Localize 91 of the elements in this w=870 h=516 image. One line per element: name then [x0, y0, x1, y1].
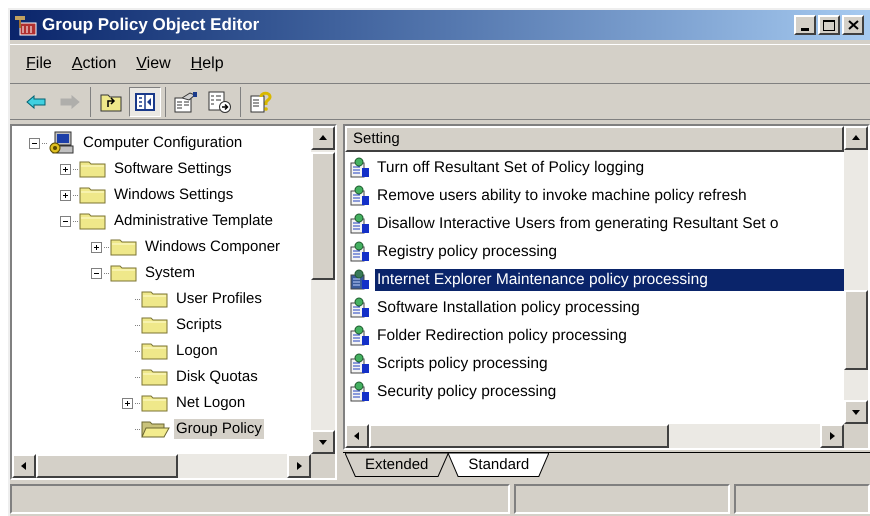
setting-row[interactable]: Disallow Interactive Users from generating Resultant Set o — [375, 213, 780, 235]
close-button[interactable] — [842, 15, 864, 35]
expand-icon[interactable] — [60, 164, 70, 174]
folder-icon — [78, 211, 108, 231]
menu-item[interactable]: Help — [182, 52, 232, 76]
expand-icon[interactable] — [90, 242, 102, 252]
tree-item[interactable]: Net Logon — [174, 393, 248, 413]
scrollbar-thumb[interactable] — [844, 290, 868, 370]
column-header[interactable]: Setting — [345, 126, 844, 152]
folder-icon — [140, 393, 170, 413]
toolbar-button[interactable] — [129, 86, 161, 116]
policy-icon — [349, 213, 371, 235]
tab[interactable]: Standard — [448, 453, 550, 477]
tree-item[interactable]: Disk Quotas — [174, 367, 260, 387]
collapse-icon[interactable] — [28, 138, 40, 148]
policy-icon — [349, 325, 371, 347]
tree-item[interactable]: Software Settings — [112, 159, 234, 179]
maximize-icon — [823, 20, 835, 30]
scrollbar-thumb[interactable] — [36, 454, 178, 478]
open-folder-icon — [140, 419, 170, 439]
scrollbar-thumb[interactable] — [311, 152, 335, 280]
tree-item[interactable]: Scripts — [174, 315, 224, 335]
scroll-up-button[interactable] — [844, 126, 868, 150]
setting-row[interactable]: Software Installation policy processing — [375, 297, 642, 319]
setting-row[interactable]: Remove users ability to invoke machine policy refresh — [375, 185, 749, 207]
folder-icon — [140, 367, 170, 387]
scroll-down-button[interactable] — [311, 430, 335, 454]
policy-icon — [349, 185, 371, 207]
scroll-down-button[interactable] — [844, 400, 868, 424]
folder-icon — [109, 263, 139, 283]
scroll-up-button[interactable] — [311, 126, 335, 150]
collapse-icon[interactable] — [90, 268, 102, 278]
policy-icon — [349, 269, 371, 291]
setting-row[interactable]: Turn off Resultant Set of Policy logging — [375, 157, 646, 179]
folder-icon — [78, 159, 108, 179]
collapse-icon[interactable] — [60, 216, 70, 226]
tree-item[interactable]: System — [143, 263, 198, 283]
window-title: Group Policy Object Editor — [42, 14, 260, 36]
policy-icon — [349, 241, 371, 263]
policy-icon — [349, 157, 371, 179]
setting-row[interactable]: Security policy processing — [375, 381, 558, 403]
right-arrow-icon — [827, 431, 837, 441]
tree-item[interactable]: Logon — [174, 341, 220, 361]
properties-icon — [174, 90, 198, 112]
tree-item[interactable]: Administrative Template — [112, 211, 275, 231]
setting-row[interactable]: Registry policy processing — [375, 241, 560, 263]
menu-item[interactable]: File — [18, 52, 60, 76]
scroll-right-button[interactable] — [287, 454, 311, 478]
tree-item[interactable]: Windows Settings — [112, 185, 236, 205]
export-list-icon — [208, 90, 232, 112]
left-arrow-icon — [19, 461, 29, 471]
scroll-left-button[interactable] — [345, 424, 369, 448]
up-arrow-icon — [318, 133, 328, 143]
folder-icon — [109, 237, 139, 257]
policy-icon — [349, 381, 371, 403]
right-arrow-icon — [294, 461, 304, 471]
help-icon — [250, 90, 272, 112]
policy-icon — [349, 297, 371, 319]
down-arrow-icon — [318, 437, 328, 447]
folder-icon — [78, 185, 108, 205]
maximize-button[interactable] — [818, 15, 840, 35]
setting-row[interactable]: Scripts policy processing — [375, 353, 550, 375]
folder-icon — [140, 341, 170, 361]
close-icon — [848, 20, 858, 30]
menu-item[interactable]: View — [128, 52, 179, 76]
tab[interactable]: Extended — [345, 453, 448, 477]
scroll-right-button[interactable] — [820, 424, 844, 448]
tree-item[interactable]: User Profiles — [174, 289, 264, 309]
scrollbar-thumb[interactable] — [369, 424, 669, 448]
setting-row[interactable]: Folder Redirection policy processing — [375, 325, 629, 347]
forward-arrow-icon — [60, 94, 80, 108]
scroll-left-button[interactable] — [12, 454, 36, 478]
expand-icon[interactable] — [60, 190, 70, 200]
tree-item[interactable]: Computer Configuration — [81, 133, 244, 153]
back-arrow-icon — [26, 94, 46, 108]
folder-up-icon — [100, 92, 122, 112]
setting-row[interactable]: Internet Explorer Maintenance policy processing — [375, 269, 844, 291]
minimize-button[interactable] — [794, 15, 816, 35]
expand-icon[interactable] — [122, 398, 132, 408]
minimize-icon — [801, 28, 809, 31]
folder-icon — [140, 315, 170, 335]
policy-icon — [349, 353, 371, 375]
tree-pane-icon — [135, 92, 155, 110]
tree-item[interactable]: Windows Componer — [143, 237, 282, 257]
app-icon — [14, 14, 38, 36]
down-arrow-icon — [851, 407, 861, 417]
up-arrow-icon — [851, 133, 861, 143]
menu-item[interactable]: Action — [64, 52, 124, 76]
left-arrow-icon — [352, 431, 362, 441]
tree-item[interactable]: Group Policy — [174, 419, 264, 439]
folder-icon — [140, 289, 170, 309]
